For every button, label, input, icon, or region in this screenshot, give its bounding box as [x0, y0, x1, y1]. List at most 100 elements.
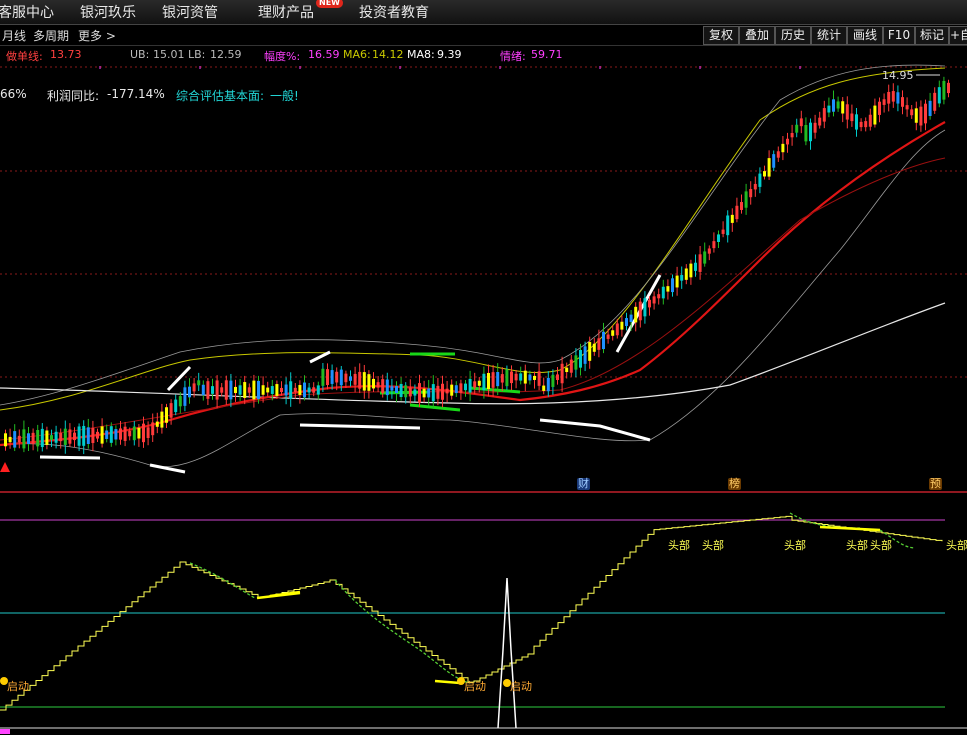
candle-body: [132, 426, 136, 441]
event-marker-bang[interactable]: 榜: [728, 478, 741, 490]
candle-body: [459, 383, 463, 393]
candle-body: [510, 371, 513, 384]
candle-body: [151, 422, 155, 436]
more-button[interactable]: 更多 >: [78, 27, 116, 44]
candle-body: [698, 254, 702, 272]
candle-body: [942, 80, 946, 100]
candle-body: [468, 378, 472, 393]
candle-body: [836, 101, 840, 109]
nav-wealth-products[interactable]: 理财产品: [258, 2, 314, 22]
candle-body: [192, 383, 196, 392]
candle-body: [661, 286, 665, 299]
candle-body: [781, 143, 785, 153]
draw-line-button[interactable]: 画线: [847, 26, 883, 45]
custom-button[interactable]: +自: [949, 26, 967, 45]
candle-body: [891, 91, 895, 102]
candle-body: [546, 377, 550, 392]
candle-body: [565, 367, 569, 373]
candle-body: [919, 106, 923, 126]
candle-body: [408, 387, 412, 397]
candle-body: [717, 234, 720, 242]
candle-body: [427, 388, 431, 398]
candle-body: [914, 108, 918, 123]
overlay-button[interactable]: 叠加: [739, 26, 775, 45]
candle-body: [330, 370, 334, 384]
lower-indicator-panel[interactable]: [0, 494, 967, 735]
candle-body: [385, 379, 389, 396]
candle-body: [634, 306, 638, 323]
candle-body: [625, 318, 628, 326]
candle-body: [896, 92, 900, 104]
arrow-up-icon: [0, 462, 10, 472]
candle-body: [638, 301, 642, 321]
candle-body: [804, 125, 808, 142]
candle-body: [293, 387, 297, 393]
candle-body: [252, 380, 256, 400]
candle-body: [477, 380, 481, 386]
history-button[interactable]: 历史: [775, 26, 811, 45]
volume-spike: [497, 577, 517, 729]
multi-period-button[interactable]: 多周期: [33, 27, 69, 44]
candle-body: [675, 275, 679, 288]
candle-body: [924, 103, 927, 124]
candle-body: [358, 371, 362, 389]
candle-body: [367, 374, 371, 391]
candle-body: [390, 386, 394, 391]
candle-body: [270, 386, 274, 394]
candle-body: [744, 191, 748, 208]
candle-body: [137, 427, 141, 439]
event-marker-yu[interactable]: 预: [929, 478, 942, 490]
candle-body: [910, 109, 914, 116]
candle-body: [657, 294, 661, 299]
mark-button[interactable]: 标记: [915, 26, 949, 45]
candle-body: [680, 275, 684, 281]
candle-body: [887, 91, 891, 104]
candle-body: [234, 386, 237, 394]
candle-body: [473, 381, 477, 388]
price-chart[interactable]: 14.95: [0, 60, 967, 494]
candle-body: [537, 371, 541, 386]
candle-body: [73, 432, 76, 441]
top-label: 头部: [702, 539, 724, 552]
candle-body: [813, 122, 817, 133]
candle-body: [114, 429, 118, 440]
candle-body: [316, 385, 320, 395]
candle-body: [404, 385, 408, 398]
candle-body: [68, 429, 72, 444]
candle-body: [928, 100, 932, 116]
period-monthly[interactable]: 月线: [2, 27, 26, 44]
candle-body: [27, 433, 30, 445]
candle-body: [597, 338, 601, 350]
candle-body: [257, 380, 260, 400]
candle-body: [799, 118, 803, 127]
candle-body: [238, 385, 242, 395]
nav-yinhe-ziguan[interactable]: 银河资管: [162, 2, 218, 22]
top-nav: 客服中心 银河玖乐 银河资管 理财产品 NEW 投资者教育: [0, 0, 967, 25]
candle-body: [500, 374, 504, 383]
candle-body: [45, 430, 49, 445]
candle-body: [146, 427, 150, 438]
candle-body: [247, 387, 251, 393]
candle-body: [749, 189, 753, 198]
candle-body: [588, 342, 592, 361]
nav-customer-service[interactable]: 客服中心: [0, 2, 54, 22]
candle-body: [418, 383, 421, 403]
candle-body: [289, 381, 293, 399]
candle-body: [280, 387, 283, 393]
candle-body: [878, 101, 881, 115]
candle-body: [339, 369, 343, 386]
candle-body: [229, 380, 233, 400]
candle-body: [284, 384, 288, 396]
candle-body: [243, 382, 247, 398]
statistics-button[interactable]: 统计: [811, 26, 847, 45]
nav-investor-education[interactable]: 投资者教育: [359, 2, 429, 22]
candle-body: [224, 380, 228, 400]
event-marker-cai[interactable]: 财: [577, 478, 590, 490]
adjust-button[interactable]: 复权: [703, 26, 739, 45]
candle-body: [454, 385, 458, 394]
candle-body: [206, 381, 210, 399]
candle-body: [123, 426, 127, 441]
f10-button[interactable]: F10: [883, 26, 915, 45]
candle-body: [362, 372, 366, 391]
nav-yinhe-jiule[interactable]: 银河玖乐: [80, 2, 136, 22]
